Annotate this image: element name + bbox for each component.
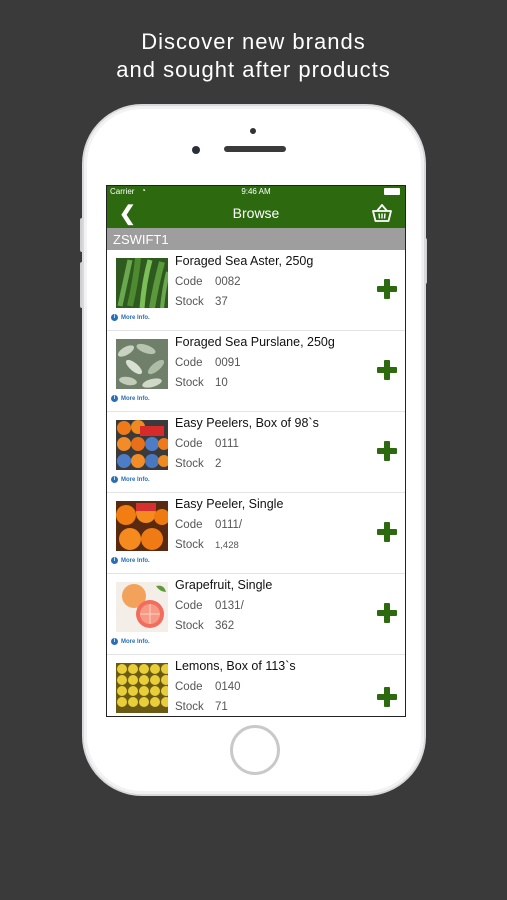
marketing-headline: Discover new brands and sought after pro…: [0, 28, 507, 84]
code-field: Code 0131/: [175, 600, 244, 612]
product-thumbnail: [116, 258, 168, 308]
stock-field: Stock 37: [175, 296, 228, 308]
product-row[interactable]: i More Info. Grapefruit, Single Code 0131/…: [107, 574, 405, 655]
home-button[interactable]: [230, 725, 280, 775]
product-name: Lemons, Box of 113`s: [175, 659, 296, 673]
phone-speaker: [224, 146, 286, 152]
product-list: i More Info. Foraged Sea Aster, 250g Code…: [107, 250, 405, 716]
product-row[interactable]: i More Info. Foraged Sea Aster, 250g Code…: [107, 250, 405, 331]
info-icon: i: [111, 638, 118, 645]
info-icon: i: [111, 476, 118, 483]
code-field: Code 0111: [175, 438, 239, 450]
section-header-label: ZSWIFT1: [113, 232, 169, 247]
product-code: 0091: [215, 357, 241, 369]
code-field: Code 0111/: [175, 519, 243, 531]
code-field: Code 0091: [175, 357, 241, 369]
stock-field: Stock 362: [175, 620, 235, 632]
add-to-basket-plus-icon[interactable]: [377, 279, 397, 299]
product-thumbnail: [116, 339, 168, 389]
status-time: 9:46 AM: [241, 187, 271, 196]
product-name: Easy Peeler, Single: [175, 497, 284, 511]
product-row[interactable]: i More Info. Foraged Sea Purslane, 250g C…: [107, 331, 405, 412]
product-row[interactable]: i More Info. Easy Peelers, Box of 98`s Co…: [107, 412, 405, 493]
product-thumbnail: [116, 420, 168, 470]
basket-icon[interactable]: [371, 203, 393, 223]
product-stock: 71: [215, 701, 228, 713]
add-to-basket-plus-icon[interactable]: [377, 687, 397, 707]
product-code: 0111: [215, 438, 239, 450]
headline-line-1: Discover new brands: [141, 29, 366, 54]
nav-bar: ❮ Browse: [107, 198, 405, 228]
info-icon: i: [111, 557, 118, 564]
product-stock: 2: [215, 458, 222, 470]
product-thumbnail: [116, 663, 168, 713]
product-code: 0131/: [215, 600, 244, 612]
product-stock: 1,428: [215, 540, 239, 551]
add-to-basket-plus-icon[interactable]: [377, 360, 397, 380]
more-info-link[interactable]: i More Info.: [111, 476, 150, 483]
product-code: 0082: [215, 276, 241, 288]
add-to-basket-plus-icon[interactable]: [377, 603, 397, 623]
stock-field: Stock 71: [175, 701, 228, 713]
add-to-basket-plus-icon[interactable]: [377, 441, 397, 461]
code-field: Code 0082: [175, 276, 241, 288]
headline-line-2: and sought after products: [116, 57, 391, 82]
stock-field: Stock 1,428: [175, 539, 239, 551]
battery-icon: [384, 188, 400, 195]
page-title: Browse: [232, 205, 280, 221]
product-row[interactable]: i More Info. Easy Peeler, Single Code 0111…: [107, 493, 405, 574]
section-header: ZSWIFT1: [107, 228, 405, 250]
info-icon: i: [111, 314, 118, 321]
info-icon: i: [111, 395, 118, 402]
product-name: Foraged Sea Purslane, 250g: [175, 335, 335, 349]
product-stock: 37: [215, 296, 228, 308]
product-name: Easy Peelers, Box of 98`s: [175, 416, 319, 430]
product-name: Grapefruit, Single: [175, 578, 273, 592]
product-thumbnail: [116, 501, 168, 551]
more-info-link[interactable]: i More Info.: [111, 395, 150, 402]
product-code: 0111/: [215, 519, 243, 531]
app-screen: Carrier ◔ 9:46 AM ❮ Browse ZSWIFT1 i Mor…: [106, 185, 406, 717]
phone-camera: [192, 146, 200, 154]
product-thumbnail: [116, 582, 168, 632]
product-row[interactable]: Lemons, Box of 113`s Code 0140 Stock 71: [107, 655, 405, 716]
more-info-link[interactable]: i More Info.: [111, 557, 150, 564]
phone-sensor: [250, 128, 256, 134]
product-stock: 10: [215, 377, 228, 389]
stock-field: Stock 2: [175, 458, 222, 470]
add-to-basket-plus-icon[interactable]: [377, 522, 397, 542]
code-field: Code 0140: [175, 681, 241, 693]
product-code: 0140: [215, 681, 241, 693]
more-info-link[interactable]: i More Info.: [111, 638, 150, 645]
status-bar: Carrier ◔ 9:46 AM: [107, 186, 405, 198]
more-info-link[interactable]: i More Info.: [111, 314, 150, 321]
product-stock: 362: [215, 620, 235, 632]
product-name: Foraged Sea Aster, 250g: [175, 254, 314, 268]
stock-field: Stock 10: [175, 377, 228, 389]
